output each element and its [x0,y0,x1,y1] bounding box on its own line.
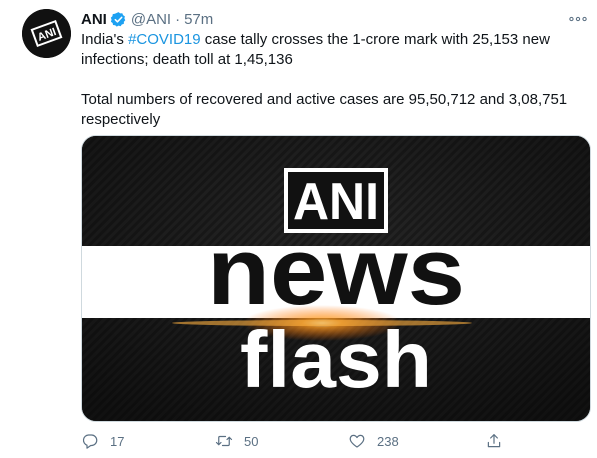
like-count: 238 [377,433,399,449]
share-button[interactable] [485,431,503,451]
heart-icon [349,434,365,448]
verified-badge-icon [110,11,127,28]
display-name[interactable]: ANI [81,11,107,28]
handle[interactable]: @ANI [131,11,171,28]
hashtag-link[interactable]: #COVID19 [128,31,201,48]
tweet[interactable]: ANI ANI @ANI · 57m India's #COVID19 case… [0,0,597,458]
avatar[interactable]: ANI [22,9,71,58]
timestamp[interactable]: 57m [184,11,213,28]
tweet-paragraph-2: Total numbers of recovered and active ca… [81,91,568,128]
tweet-paragraph-1: India's #COVID19 case tally crosses the … [81,31,550,68]
retweet-count: 50 [244,433,259,449]
tweet-media-image[interactable]: ANI news flash [81,135,591,422]
media-headline-flash: flash [240,315,432,404]
reply-icon [82,434,98,449]
tweet-text: India's #COVID19 case tally crosses the … [81,30,591,130]
more-dots-icon [569,16,587,22]
separator-dot: · [175,10,181,28]
retweet-icon [215,435,233,447]
more-options-button[interactable] [567,11,589,27]
like-button[interactable]: 238 [348,431,399,451]
reply-count: 17 [110,433,125,449]
retweet-button[interactable]: 50 [215,431,258,451]
tweet-actions: 17 50 238 [81,431,581,451]
share-icon [487,434,501,448]
reply-button[interactable]: 17 [81,431,124,451]
tweet-header: ANI @ANI · 57m [81,9,213,29]
